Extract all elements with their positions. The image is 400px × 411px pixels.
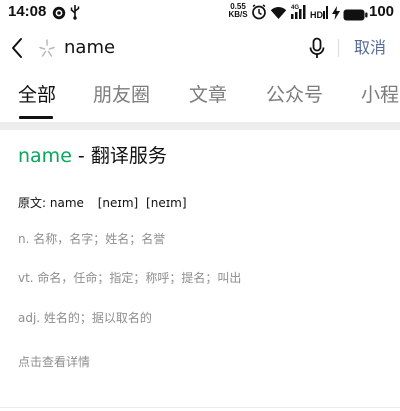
svg-text:HD: HD — [310, 10, 323, 20]
definition-verb: vt. 命名，任命；指定；称呼；提名；叫出 — [18, 271, 242, 285]
search-divider — [338, 39, 339, 57]
result-title-suffix: - 翻译服务 — [71, 145, 167, 167]
original-label: 原文: name — [18, 196, 84, 210]
tab-articles[interactable]: 文章 — [189, 82, 227, 108]
back-icon[interactable] — [10, 37, 24, 63]
signal-4g-icon: 4G — [290, 3, 308, 27]
view-details-link[interactable]: 点击查看详情 — [18, 353, 90, 371]
phonetic-us: [neɪm] — [146, 196, 187, 210]
battery-icon — [343, 6, 368, 30]
alarm-icon — [251, 4, 267, 28]
microphone-icon[interactable] — [309, 37, 325, 63]
network-speed: 0.55 KB/S — [227, 3, 249, 19]
result-word: name — [18, 145, 72, 167]
translation-result-card[interactable]: name - 翻译服务 原文: name [neɪm] [neɪm] n. 名称… — [0, 130, 400, 411]
search-bar: name 取消 — [0, 28, 400, 68]
tab-bar: 全部 朋友圈 文章 公众号 小程 — [0, 76, 400, 120]
definition-adjective: adj. 姓名的；据以取名的 — [18, 311, 152, 325]
usb-icon — [70, 4, 80, 24]
tab-mini-programs[interactable]: 小程 — [361, 82, 399, 108]
signal-hd-icon: HD — [310, 3, 328, 27]
original-text: 原文: name [neɪm] [neɪm] — [18, 194, 187, 212]
section-separator — [0, 122, 400, 130]
active-tab-indicator — [19, 116, 53, 119]
screen: 14:08 0.55 KB/S 4G HD 100 name 取消 全部 朋友圈… — [0, 0, 400, 411]
network-speed-unit: KB/S — [228, 10, 248, 19]
cancel-button[interactable]: 取消 — [354, 36, 386, 60]
tab-moments[interactable]: 朋友圈 — [93, 82, 150, 108]
search-input[interactable]: name — [64, 36, 115, 60]
status-bar: 14:08 0.55 KB/S 4G HD 100 — [0, 0, 400, 24]
tab-all[interactable]: 全部 — [18, 82, 56, 108]
record-icon — [52, 5, 66, 24]
card-bottom-divider — [0, 407, 400, 408]
sparkle-icon — [37, 38, 57, 62]
svg-text:4G: 4G — [291, 5, 299, 11]
wifi-icon — [270, 5, 287, 29]
phonetic-uk: [neɪm] — [97, 196, 139, 210]
result-title[interactable]: name - 翻译服务 — [18, 143, 167, 169]
charging-icon — [332, 5, 340, 29]
status-time: 14:08 — [8, 3, 47, 20]
definition-noun: n. 名称，名字；姓名；名誉 — [18, 232, 166, 246]
tab-official-accounts[interactable]: 公众号 — [266, 82, 323, 108]
battery-level: 100 — [369, 3, 395, 20]
